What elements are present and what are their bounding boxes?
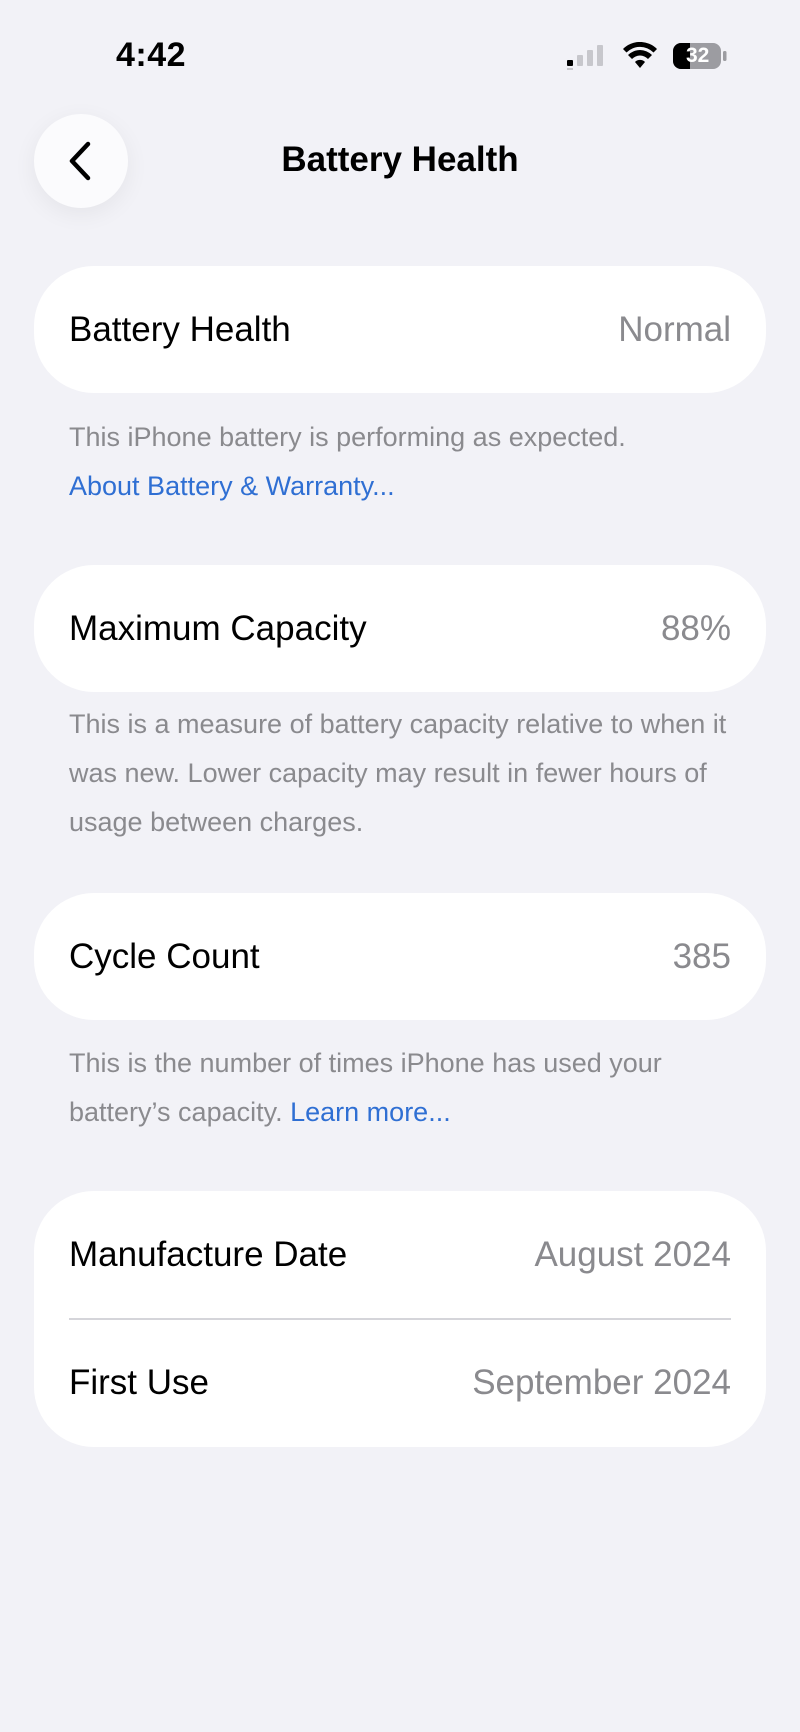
learn-more-link[interactable]: Learn more... <box>290 1097 451 1127</box>
manufacture-date-row: Manufacture Date August 2024 <box>34 1191 766 1318</box>
maximum-capacity-label: Maximum Capacity <box>69 608 367 648</box>
battery-health-label: Battery Health <box>69 309 291 349</box>
manufacture-date-label: Manufacture Date <box>69 1234 348 1274</box>
status-bar: 4:42 32 <box>0 0 800 110</box>
cellular-signal-icon <box>567 45 603 70</box>
manufacture-date-value: August 2024 <box>534 1234 731 1274</box>
maximum-capacity-value: 88% <box>660 608 731 648</box>
status-icons: 32 <box>566 42 728 70</box>
battery-icon: 32 <box>672 42 728 70</box>
cycle-count-card: Cycle Count 385 <box>34 893 766 1020</box>
battery-health-value: Normal <box>618 309 731 349</box>
battery-health-row: Battery Health Normal <box>34 266 766 393</box>
battery-health-card: Battery Health Normal <box>34 266 766 393</box>
battery-health-footnote: This iPhone battery is performing as exp… <box>69 413 749 511</box>
about-battery-warranty-link[interactable]: About Battery & Warranty... <box>69 462 749 511</box>
cycle-count-row: Cycle Count 385 <box>34 893 766 1020</box>
maximum-capacity-card: Maximum Capacity 88% <box>34 565 766 692</box>
cycle-count-value: 385 <box>672 936 731 976</box>
first-use-value: September 2024 <box>472 1363 731 1402</box>
first-use-label: First Use <box>69 1363 209 1402</box>
maximum-capacity-row: Maximum Capacity 88% <box>34 565 766 692</box>
battery-health-description: This iPhone battery is performing as exp… <box>69 422 626 452</box>
status-time: 4:42 <box>116 36 187 74</box>
battery-level: 32 <box>686 44 710 67</box>
maximum-capacity-footnote: This is a measure of battery capacity re… <box>69 709 727 837</box>
cycle-count-label: Cycle Count <box>69 936 260 976</box>
cycle-count-footnote: This is the number of times iPhone has u… <box>69 1039 749 1137</box>
first-use-row: First Use September 2024 <box>34 1320 766 1447</box>
page-title: Battery Health <box>281 140 519 179</box>
wifi-icon <box>623 42 657 68</box>
dates-card: Manufacture Date August 2024 First Use S… <box>34 1191 766 1447</box>
